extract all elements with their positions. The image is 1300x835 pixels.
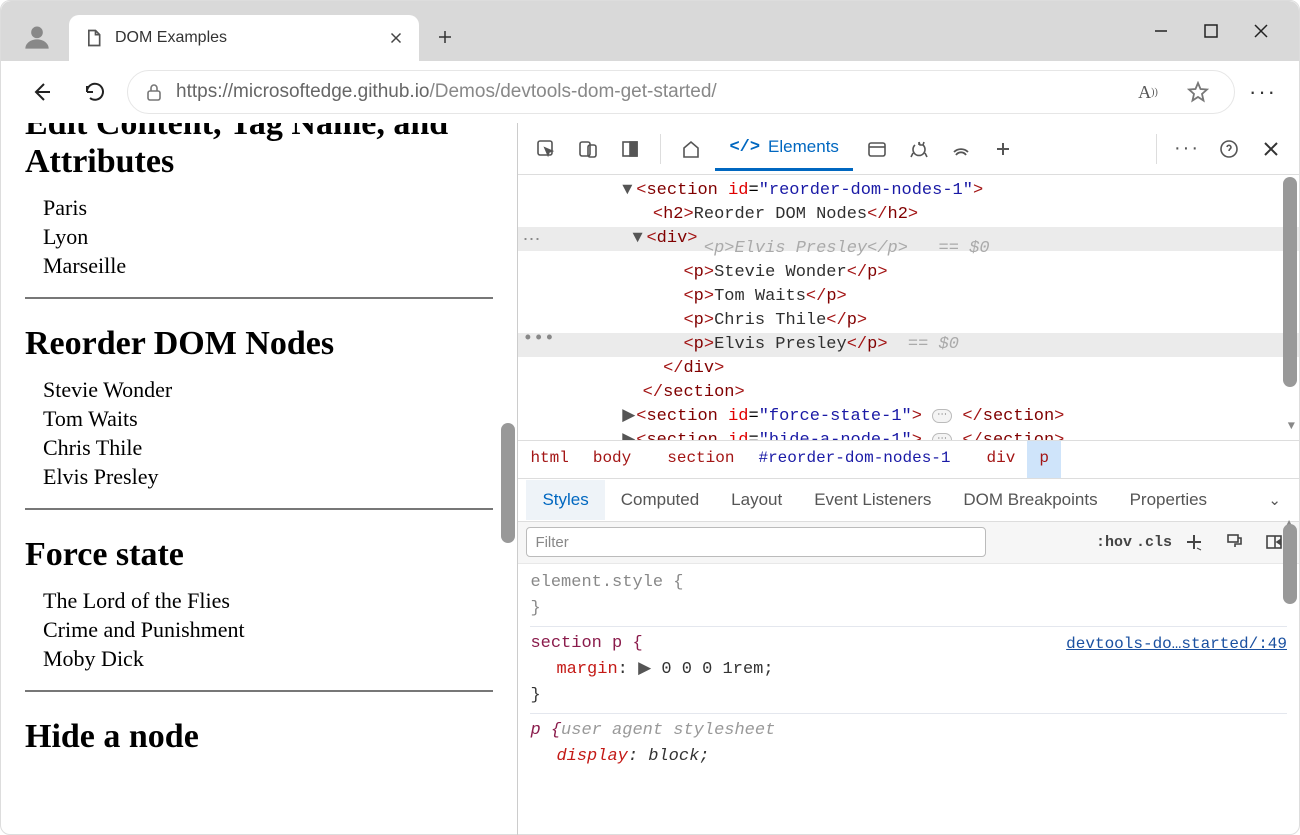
tab-layout[interactable]: Layout <box>715 480 798 520</box>
tab-label: Elements <box>768 137 839 157</box>
list-reorder: Stevie Wonder Tom Waits Chris Thile Elvi… <box>43 377 493 490</box>
chevron-down-icon[interactable]: ⌄ <box>1258 491 1291 509</box>
more-menu-button[interactable]: ··· <box>1245 74 1281 110</box>
ua-stylesheet-label: user agent stylesheet <box>561 718 775 744</box>
settings-more-icon[interactable]: ··· <box>1169 131 1205 167</box>
help-icon[interactable] <box>1211 131 1247 167</box>
heading-force: Force state <box>25 536 493 574</box>
favorite-icon[interactable] <box>1180 74 1216 110</box>
page-pane: Edit Content, Tag Name, and Attributes P… <box>1 123 518 835</box>
scrollbar-thumb[interactable] <box>1283 177 1297 387</box>
css-property[interactable]: margin: ▶ 0 0 0 1rem; <box>530 657 1287 683</box>
heading-hide: Hide a node <box>25 718 493 756</box>
list-item: Stevie Wonder <box>43 377 493 403</box>
tab-computed[interactable]: Computed <box>605 480 715 520</box>
list-item: Tom Waits <box>43 406 493 432</box>
scroll-down-icon[interactable]: ▼ <box>1288 414 1295 438</box>
row-actions-icon[interactable]: ⋯ <box>522 229 540 253</box>
breadcrumb-item[interactable]: html <box>518 441 580 478</box>
tab-title: DOM Examples <box>115 29 375 47</box>
source-link[interactable]: devtools-do…started/:49 <box>1066 631 1287 657</box>
new-tab-button[interactable] <box>423 15 467 59</box>
console-tab-icon[interactable] <box>859 131 895 167</box>
read-aloud-icon[interactable]: A)) <box>1130 74 1166 110</box>
breadcrumb-item[interactable]: div <box>975 441 1028 478</box>
device-toggle-icon[interactable] <box>570 131 606 167</box>
tab-event-listeners[interactable]: Event Listeners <box>798 480 947 520</box>
rule-element-style[interactable]: element.style { <box>530 570 1287 596</box>
list-item: Marseille <box>43 253 493 279</box>
dock-icon[interactable] <box>612 131 648 167</box>
devtools-toolbar: </> Elements ··· <box>518 123 1299 175</box>
reload-button[interactable] <box>73 70 117 114</box>
profile-avatar[interactable] <box>19 19 55 55</box>
new-rule-button[interactable] <box>1177 527 1211 557</box>
heading-edit: Edit Content, Tag Name, and Attributes <box>25 123 493 181</box>
tab-close-button[interactable] <box>387 29 405 47</box>
tab-properties[interactable]: Properties <box>1114 480 1223 520</box>
breadcrumb-item[interactable]: p <box>1027 441 1061 478</box>
page-icon <box>83 28 103 48</box>
url-input[interactable]: https://microsoftedge.github.io/Demos/de… <box>127 70 1235 114</box>
divider <box>25 297 493 299</box>
row-actions-icon[interactable]: ••• <box>522 327 554 351</box>
dom-tree[interactable]: ▲ ▼<section id="reorder-dom-nodes-1"> <h… <box>518 175 1299 440</box>
minimize-button[interactable] <box>1147 17 1175 45</box>
rule-section-p[interactable]: section p { devtools-do…started/:49 <box>530 626 1287 657</box>
url-text: https://microsoftedge.github.io/Demos/de… <box>176 81 1116 103</box>
hov-button[interactable]: :hov <box>1097 527 1131 557</box>
lock-icon <box>146 83 162 101</box>
list-item: Moby Dick <box>43 646 493 672</box>
browser-tab[interactable]: DOM Examples <box>69 15 419 61</box>
paint-icon[interactable] <box>1217 527 1251 557</box>
css-property[interactable]: display: block; <box>530 744 1287 770</box>
tab-elements[interactable]: </> Elements <box>715 127 852 171</box>
styles-body[interactable]: element.style { } section p { devtools-d… <box>518 564 1299 835</box>
sources-tab-icon[interactable] <box>901 131 937 167</box>
dom-breadcrumb: html body section#reorder-dom-nodes-1 di… <box>518 440 1299 478</box>
list-item: The Lord of the Flies <box>43 588 493 614</box>
close-window-button[interactable] <box>1247 17 1275 45</box>
breadcrumb-item[interactable]: section#reorder-dom-nodes-1 <box>643 441 974 478</box>
more-tabs-button[interactable] <box>985 131 1021 167</box>
filter-input[interactable]: Filter <box>526 527 986 557</box>
page-scroll[interactable]: Edit Content, Tag Name, and Attributes P… <box>1 123 517 835</box>
divider <box>25 508 493 510</box>
window-controls <box>1147 17 1299 61</box>
maximize-button[interactable] <box>1197 17 1225 45</box>
close-devtools-button[interactable] <box>1253 131 1289 167</box>
tab-dom-breakpoints[interactable]: DOM Breakpoints <box>947 480 1113 520</box>
divider <box>25 690 493 692</box>
list-force: The Lord of the Flies Crime and Punishme… <box>43 588 493 672</box>
devtools-panel: </> Elements ··· ▲ ▼<section id="reorder… <box>518 123 1299 835</box>
list-item: Lyon <box>43 224 493 250</box>
styles-toolbar: Filter :hov .cls ▲ <box>518 522 1299 564</box>
breadcrumb-item[interactable]: body <box>581 441 643 478</box>
cls-button[interactable]: .cls <box>1137 527 1171 557</box>
tab-styles[interactable]: Styles <box>526 480 604 520</box>
styles-tabbar: Styles Computed Layout Event Listeners D… <box>518 478 1299 522</box>
list-edit: Paris Lyon Marseille <box>43 195 493 279</box>
heading-reorder: Reorder DOM Nodes <box>25 325 493 363</box>
list-item: Paris <box>43 195 493 221</box>
address-bar: https://microsoftedge.github.io/Demos/de… <box>1 61 1299 123</box>
network-tab-icon[interactable] <box>943 131 979 167</box>
list-item: Crime and Punishment <box>43 617 493 643</box>
content-area: Edit Content, Tag Name, and Attributes P… <box>1 123 1299 835</box>
inspect-icon[interactable] <box>528 131 564 167</box>
titlebar: DOM Examples <box>1 1 1299 61</box>
back-button[interactable] <box>19 70 63 114</box>
code-icon: </> <box>729 138 760 157</box>
welcome-tab-icon[interactable] <box>673 131 709 167</box>
scrollbar-thumb[interactable] <box>501 423 515 543</box>
list-item: Elvis Presley <box>43 464 493 490</box>
list-item: Chris Thile <box>43 435 493 461</box>
rule-p[interactable]: p { user agent stylesheet <box>530 713 1287 744</box>
